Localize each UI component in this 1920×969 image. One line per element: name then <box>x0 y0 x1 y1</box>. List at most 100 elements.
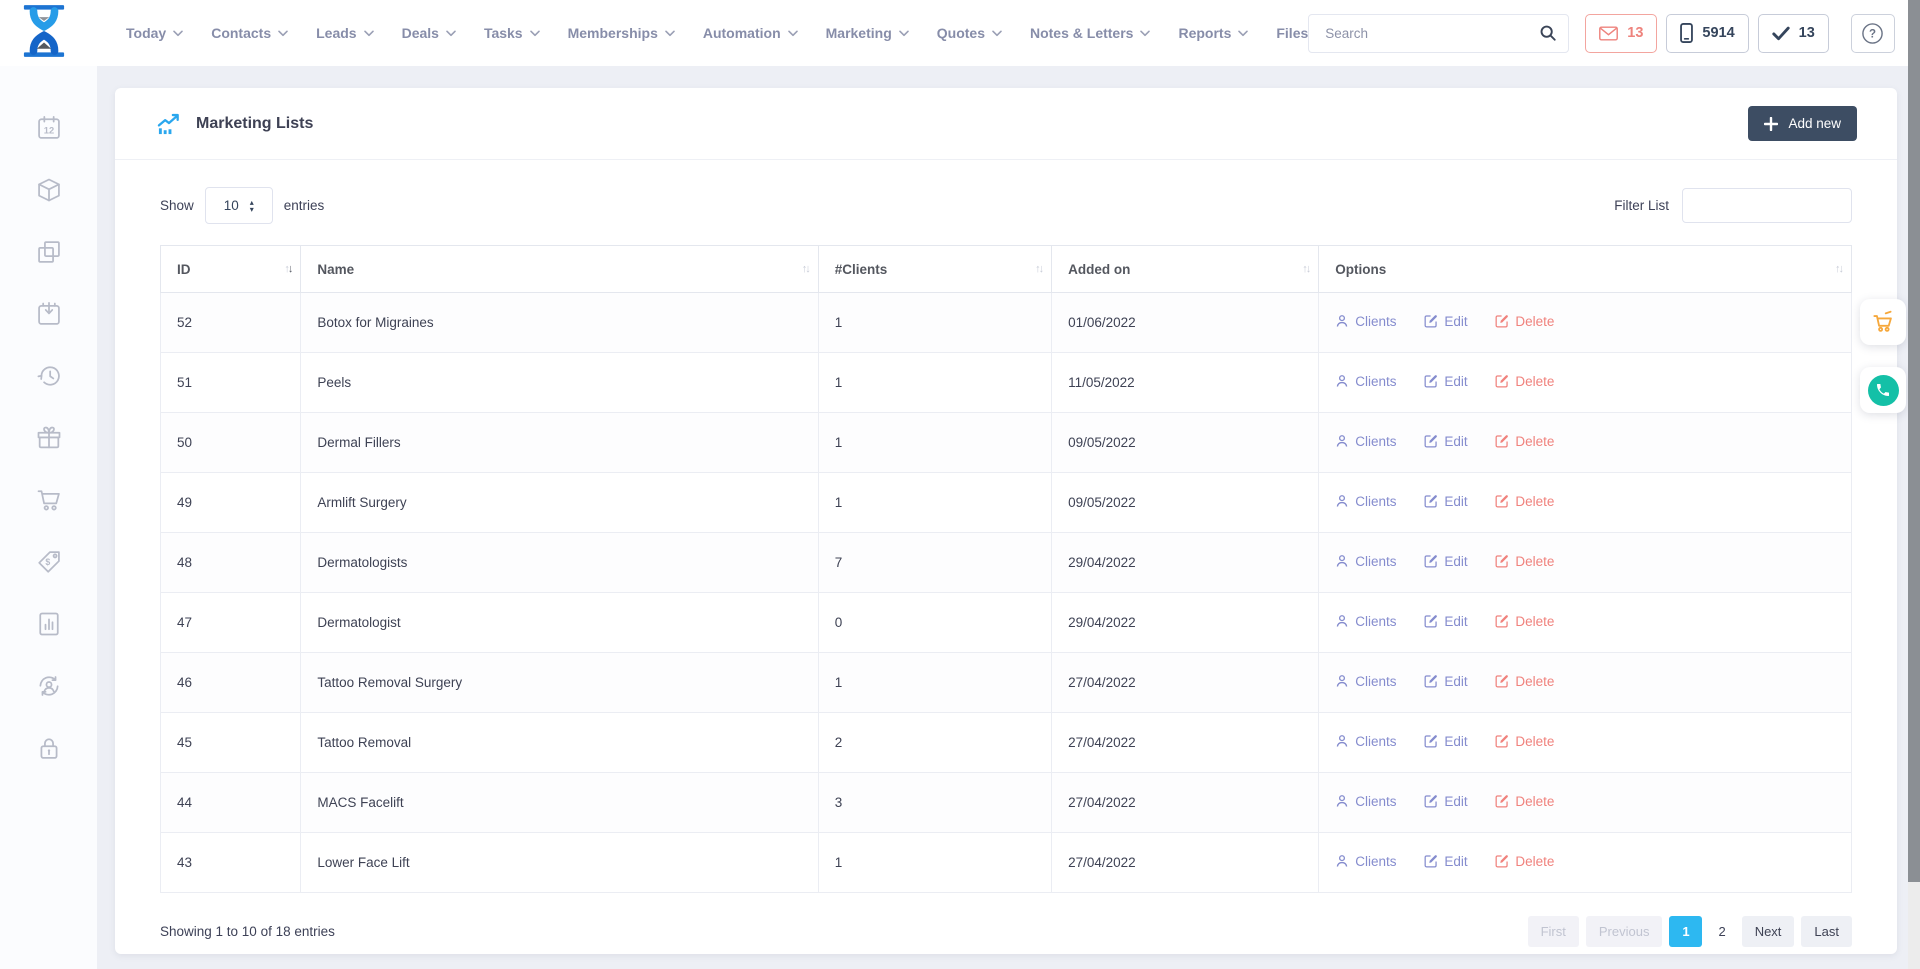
pagination-page-1[interactable]: 1 <box>1669 916 1702 947</box>
clients-link[interactable]: Clients <box>1335 554 1396 569</box>
column-header-added-on[interactable]: Added on <box>1052 246 1319 293</box>
delete-link[interactable]: Delete <box>1495 734 1554 749</box>
cart-float-button[interactable] <box>1860 299 1906 345</box>
table-header-row: ID Name #Clients Added on Options <box>161 246 1852 293</box>
messages-badge[interactable]: 13 <box>1585 14 1657 53</box>
nav-item-contacts[interactable]: Contacts <box>211 25 288 41</box>
nav-item-automation[interactable]: Automation <box>703 25 798 41</box>
search-icon[interactable] <box>1539 24 1557 42</box>
clients-cell: 1 <box>818 293 1051 353</box>
clients-link[interactable]: Clients <box>1335 314 1396 329</box>
scrollbar-thumb[interactable] <box>1908 0 1920 882</box>
sidebar-item-pricing[interactable]: $ <box>35 548 63 576</box>
edit-link[interactable]: Edit <box>1424 794 1467 809</box>
clients-cell: 7 <box>818 533 1051 593</box>
phone-float-button[interactable] <box>1860 367 1906 413</box>
name-cell: Peels <box>301 353 818 413</box>
scrollbar-track[interactable] <box>1908 0 1920 969</box>
search-input[interactable] <box>1323 25 1539 42</box>
column-header-id[interactable]: ID <box>161 246 301 293</box>
sidebar-item-gifts[interactable] <box>35 424 63 452</box>
delete-link[interactable]: Delete <box>1495 494 1554 509</box>
delete-link[interactable]: Delete <box>1495 674 1554 689</box>
pagination-last[interactable]: Last <box>1801 916 1852 947</box>
clients-link[interactable]: Clients <box>1335 374 1396 389</box>
edit-link[interactable]: Edit <box>1424 734 1467 749</box>
add-new-label: Add new <box>1788 116 1841 131</box>
nav-item-today[interactable]: Today <box>126 25 183 41</box>
delete-link-label: Delete <box>1515 674 1554 689</box>
sidebar-item-reports[interactable] <box>35 610 63 638</box>
page-size-select[interactable]: 10 <box>205 187 273 224</box>
edit-icon <box>1424 794 1438 808</box>
sidebar-item-security[interactable] <box>35 734 63 762</box>
app-logo[interactable] <box>22 4 66 63</box>
clients-link[interactable]: Clients <box>1335 794 1396 809</box>
options-cell: Clients Edit Delete <box>1319 833 1852 893</box>
clients-link[interactable]: Clients <box>1335 674 1396 689</box>
delete-link[interactable]: Delete <box>1495 614 1554 629</box>
pagination-next[interactable]: Next <box>1742 916 1795 947</box>
id-cell: 45 <box>161 713 301 773</box>
delete-link[interactable]: Delete <box>1495 434 1554 449</box>
delete-link[interactable]: Delete <box>1495 854 1554 869</box>
sidebar-item-calendar[interactable]: 12 <box>35 114 63 142</box>
clients-link[interactable]: Clients <box>1335 854 1396 869</box>
sidebar-item-account-sync[interactable] <box>35 672 63 700</box>
nav-item-reports[interactable]: Reports <box>1178 25 1248 41</box>
nav-item-leads[interactable]: Leads <box>316 25 373 41</box>
sidebar-item-bookings[interactable] <box>35 300 63 328</box>
edit-link[interactable]: Edit <box>1424 434 1467 449</box>
edit-link[interactable]: Edit <box>1424 494 1467 509</box>
app-window: Today Contacts Leads Deals Tasks Members… <box>0 0 1920 969</box>
sidebar-item-duplicates[interactable] <box>35 238 63 266</box>
calls-badge[interactable]: 5914 <box>1666 14 1748 53</box>
booking-calendar-icon <box>35 300 63 328</box>
top-header: Today Contacts Leads Deals Tasks Members… <box>0 0 1908 66</box>
clients-link[interactable]: Clients <box>1335 614 1396 629</box>
pagination-first[interactable]: First <box>1528 916 1579 947</box>
clients-link[interactable]: Clients <box>1335 434 1396 449</box>
filter-list-input[interactable] <box>1682 188 1852 223</box>
clients-link[interactable]: Clients <box>1335 734 1396 749</box>
nav-item-deals[interactable]: Deals <box>402 25 456 41</box>
nav-item-tasks[interactable]: Tasks <box>484 25 540 41</box>
edit-link[interactable]: Edit <box>1424 314 1467 329</box>
delete-link[interactable]: Delete <box>1495 554 1554 569</box>
name-cell: MACS Facelift <box>301 773 818 833</box>
table-wrapper: ID Name #Clients Added on Options 52 Bot… <box>115 245 1897 893</box>
column-label: Added on <box>1068 262 1130 277</box>
delete-link[interactable]: Delete <box>1495 374 1554 389</box>
edit-link[interactable]: Edit <box>1424 374 1467 389</box>
column-header-clients[interactable]: #Clients <box>818 246 1051 293</box>
column-header-options[interactable]: Options <box>1319 246 1852 293</box>
add-new-button[interactable]: Add new <box>1748 106 1857 141</box>
person-icon <box>1335 794 1349 808</box>
clients-link[interactable]: Clients <box>1335 494 1396 509</box>
help-button[interactable]: ? <box>1851 14 1895 53</box>
nav-item-files[interactable]: Files <box>1276 25 1308 41</box>
edit-link[interactable]: Edit <box>1424 554 1467 569</box>
delete-link[interactable]: Delete <box>1495 794 1554 809</box>
edit-link[interactable]: Edit <box>1424 614 1467 629</box>
sidebar-item-history[interactable] <box>35 362 63 390</box>
pagination-previous[interactable]: Previous <box>1586 916 1663 947</box>
pagination-page-2[interactable]: 2 <box>1709 916 1734 947</box>
column-header-name[interactable]: Name <box>301 246 818 293</box>
chevron-down-icon <box>446 30 456 37</box>
nav-label: Marketing <box>826 25 892 41</box>
nav-item-memberships[interactable]: Memberships <box>568 25 675 41</box>
tasks-badge[interactable]: 13 <box>1758 14 1829 53</box>
edit-link[interactable]: Edit <box>1424 854 1467 869</box>
nav-item-notes-letters[interactable]: Notes & Letters <box>1030 25 1150 41</box>
name-cell: Armlift Surgery <box>301 473 818 533</box>
nav-label: Automation <box>703 25 781 41</box>
nav-item-quotes[interactable]: Quotes <box>937 25 1002 41</box>
calls-count: 5914 <box>1702 25 1734 41</box>
delete-link[interactable]: Delete <box>1495 314 1554 329</box>
edit-link[interactable]: Edit <box>1424 674 1467 689</box>
sidebar-item-packages[interactable] <box>35 176 63 204</box>
nav-item-marketing[interactable]: Marketing <box>826 25 909 41</box>
sidebar-item-shop[interactable] <box>35 486 63 514</box>
select-arrows-icon <box>250 199 254 213</box>
